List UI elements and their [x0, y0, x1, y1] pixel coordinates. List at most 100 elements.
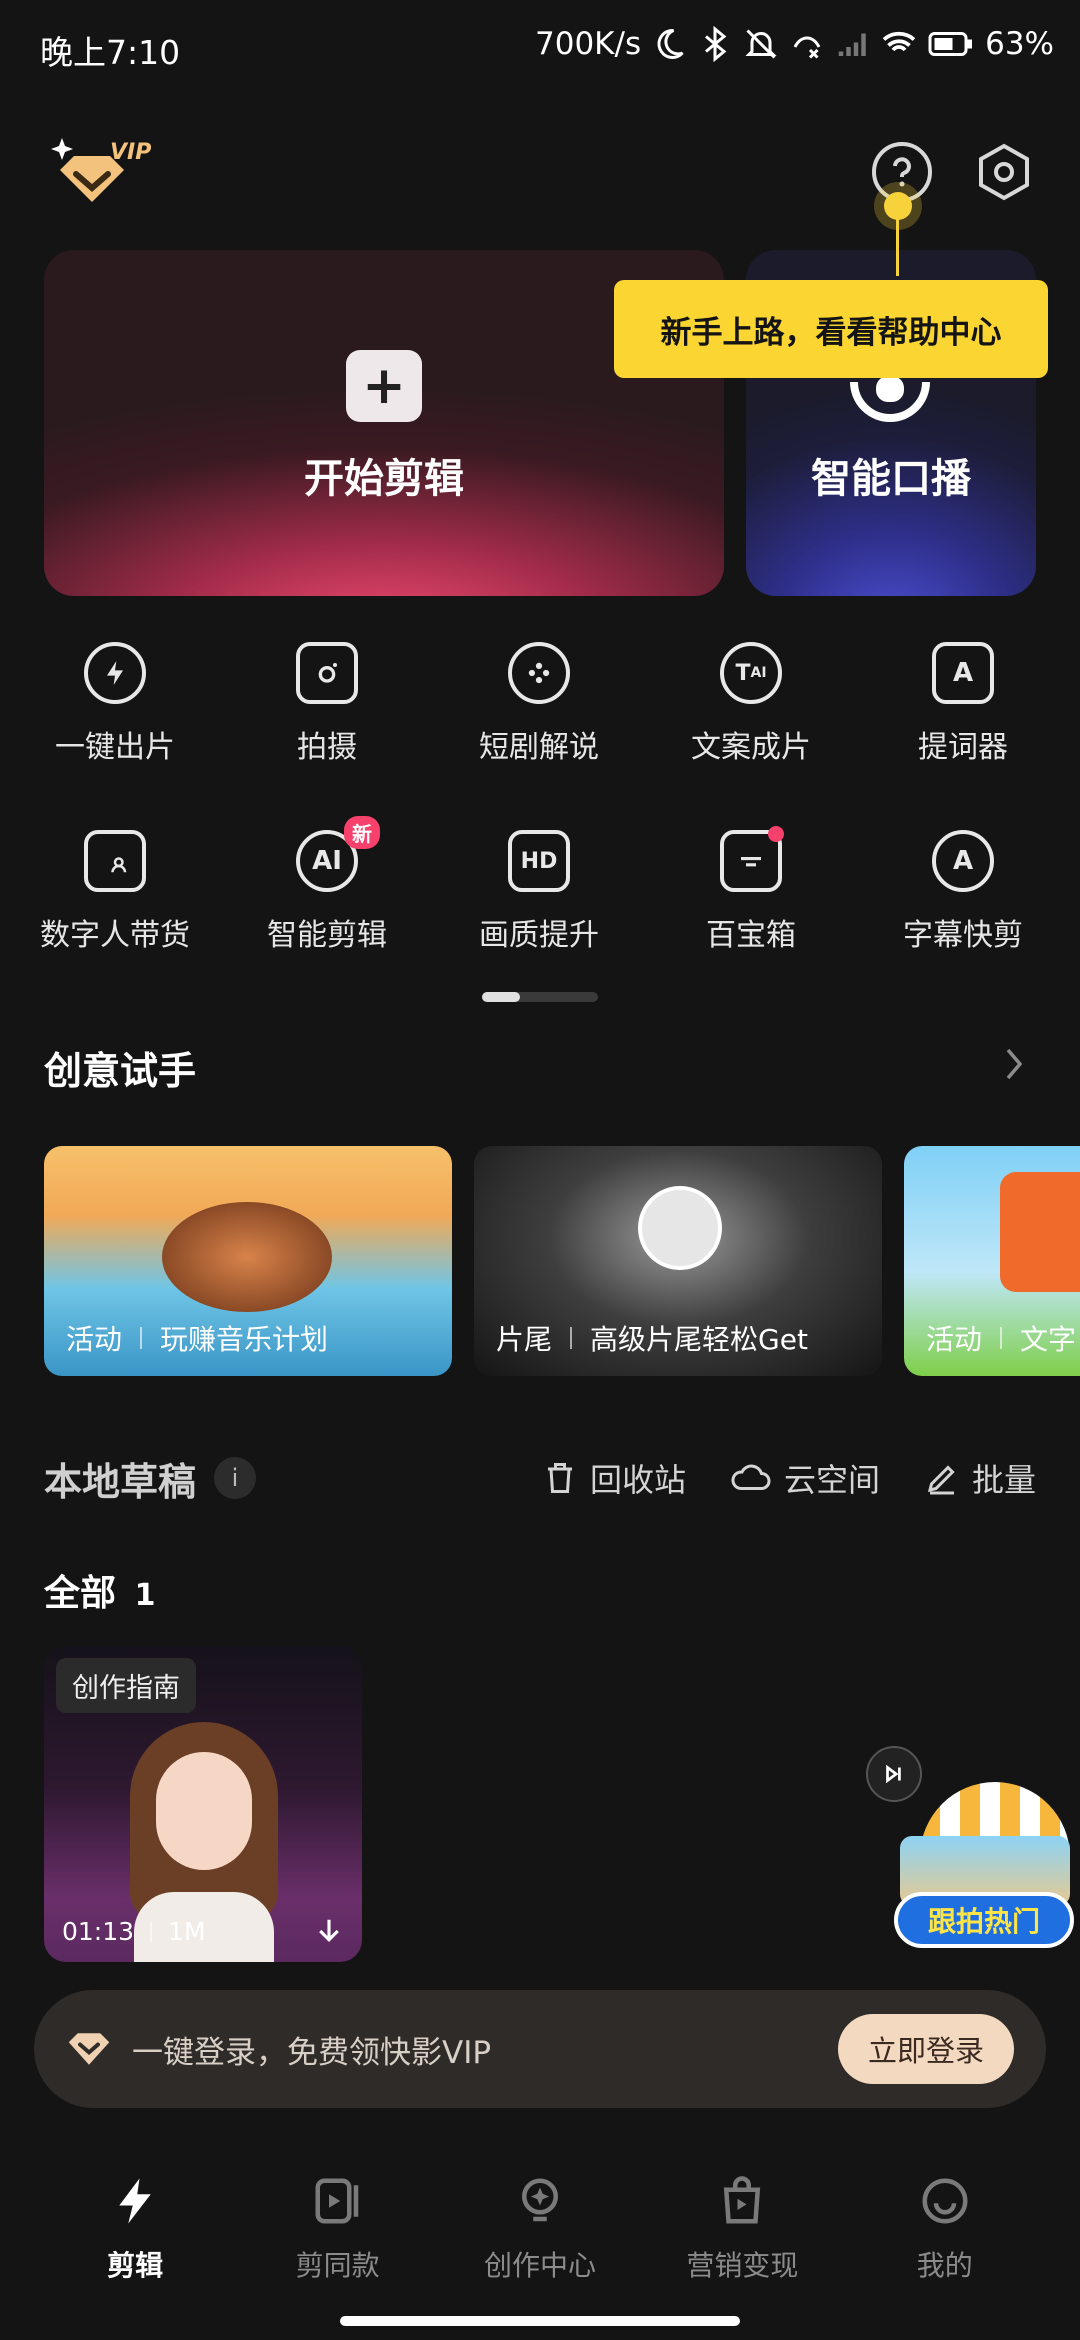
download-icon[interactable] — [314, 1916, 344, 1946]
draft-size: 1M — [168, 1917, 206, 1946]
tool-shoot[interactable]: 拍摄 — [232, 642, 422, 766]
nav-edit[interactable]: 剪辑 — [45, 2160, 225, 2340]
tool-label: 文案成片 — [691, 730, 811, 765]
bluetooth-icon — [705, 26, 727, 62]
draft-item[interactable]: 创作指南 01:13 1M — [44, 1646, 362, 1962]
recycle-bin-button[interactable]: 回收站 — [542, 1455, 686, 1501]
new-badge: 新 — [344, 816, 380, 849]
banner-illustration — [162, 1202, 332, 1312]
banner-ending[interactable]: 片尾 高级片尾轻松Get — [474, 1146, 882, 1376]
tool-drama-commentary[interactable]: 短剧解说 — [444, 642, 634, 766]
nav-templates[interactable]: 剪同款 — [248, 2160, 428, 2340]
text-ai-icon: T AI — [720, 642, 782, 704]
call-off-icon — [793, 36, 821, 59]
bolt-icon — [119, 2178, 151, 2224]
microphone-icon — [850, 376, 930, 422]
tool-toolbox[interactable]: 百宝箱 — [656, 826, 846, 954]
nav-label: 我的 — [916, 2249, 973, 2282]
digital-human-icon — [84, 830, 146, 892]
nav-label: 剪辑 — [107, 2249, 164, 2282]
nav-creator-center[interactable]: 创作中心 — [450, 2160, 630, 2340]
vip-diamond-icon — [68, 2033, 110, 2065]
wifi-icon — [882, 31, 916, 58]
follow-trending-promo[interactable]: 跟拍热门 — [890, 1776, 1080, 1956]
draft-meta: 01:13 1M — [62, 1917, 206, 1946]
banner-avatar — [638, 1186, 722, 1270]
draft-duration: 01:13 — [62, 1917, 135, 1946]
start-edit-label: 开始剪辑 — [304, 456, 464, 502]
info-icon[interactable]: i — [214, 1457, 257, 1499]
hexagon-settings-icon — [979, 143, 1029, 201]
net-speed: 700K/s — [535, 26, 642, 62]
banner-caption: 活动 玩赚音乐计划 — [66, 1323, 329, 1356]
toolbox-icon — [720, 826, 784, 892]
drafts-title: 本地草稿 — [44, 1459, 197, 1504]
vip-logo[interactable]: VIP — [46, 130, 156, 220]
bolt-icon — [84, 642, 146, 704]
promo-label: 跟拍热门 — [894, 1892, 1074, 1948]
shopping-bag-icon — [724, 2176, 761, 2224]
film-reel-icon — [508, 642, 570, 704]
chevron-right-icon[interactable] — [1002, 1046, 1026, 1082]
help-tooltip[interactable]: 新手上路，看看帮助中心 — [614, 280, 1048, 378]
drafts-filter[interactable]: 全部 1 — [44, 1564, 155, 1616]
teleprompter-icon: A — [932, 642, 994, 704]
cloud-icon — [731, 1464, 771, 1490]
tool-label: 智能剪辑 — [267, 918, 387, 953]
draft-guide-tag: 创作指南 — [56, 1658, 196, 1713]
batch-button[interactable]: 批量 — [924, 1455, 1036, 1501]
tool-label: 提词器 — [918, 730, 1008, 765]
tool-smart-edit[interactable]: AI 新 智能剪辑 — [232, 816, 422, 954]
nav-label: 剪同款 — [295, 2249, 380, 2282]
tooltip-dot — [884, 192, 912, 220]
notification-dot — [768, 826, 784, 842]
creative-section-title: 创意试手 — [44, 1049, 197, 1093]
cloud-space-button[interactable]: 云空间 — [730, 1455, 880, 1501]
pencil-icon — [927, 1465, 955, 1495]
drafts-header: 本地草稿 i 回收站 云空间 批量 — [44, 1448, 1036, 1508]
question-circle-icon — [893, 157, 911, 187]
status-bar: 晚上7:10 700K/s 63% — [0, 0, 1080, 100]
battery-level: 63% — [985, 26, 1054, 62]
draft-count: 1 — [134, 1578, 156, 1613]
tool-one-click[interactable]: 一键出片 — [20, 642, 210, 766]
tool-digital-human[interactable]: 数字人带货 — [20, 830, 210, 954]
filter-label: 全部 — [44, 1573, 117, 1614]
plus-icon: + — [346, 350, 422, 422]
login-banner[interactable]: 一键登录，免费领快影VIP 立即登录 — [34, 1990, 1046, 2108]
bulb-icon — [521, 2178, 558, 2222]
banner-music-plan[interactable]: 活动 玩赚音乐计划 — [44, 1146, 452, 1376]
tool-label: 一键出片 — [55, 730, 175, 765]
camera-icon — [296, 642, 358, 704]
battery-icon — [928, 32, 973, 56]
tool-label: 拍摄 — [297, 730, 357, 765]
trash-icon — [547, 1463, 572, 1493]
play-frame-icon — [315, 2178, 358, 2224]
tools-pager — [482, 992, 598, 1002]
vip-label: VIP — [110, 140, 152, 165]
tool-label: 字幕快剪 — [903, 918, 1023, 953]
tool-label: 数字人带货 — [40, 918, 190, 953]
banner-illustration — [1000, 1172, 1080, 1292]
nav-label: 营销变现 — [686, 2249, 799, 2282]
status-icons: 700K/s 63% — [535, 26, 1054, 62]
banner-caption: 片尾 高级片尾轻松Get — [496, 1323, 808, 1356]
tool-subtitle-edit[interactable]: A 字幕快剪 — [868, 830, 1058, 954]
hd-icon: HD — [508, 830, 570, 892]
subtitle-icon: A — [932, 830, 994, 892]
bottom-nav: 剪辑 剪同款 创作中心 营销变现 我的 — [0, 2160, 1080, 2340]
settings-button[interactable] — [972, 140, 1036, 204]
login-button[interactable]: 立即登录 — [837, 2014, 1014, 2084]
nav-label: 创作中心 — [483, 2249, 596, 2282]
bell-off-icon — [745, 29, 777, 59]
tool-teleprompter[interactable]: A 提词器 — [868, 642, 1058, 766]
tool-script-to-video[interactable]: T AI 文案成片 — [656, 642, 846, 766]
smile-icon — [922, 2178, 968, 2224]
nav-monetize[interactable]: 营销变现 — [652, 2160, 832, 2340]
nav-me[interactable]: 我的 — [855, 2160, 1035, 2340]
home-indicator[interactable] — [340, 2316, 740, 2326]
banner-activity[interactable]: 活动 文字 — [904, 1146, 1080, 1376]
tool-label: 百宝箱 — [706, 918, 796, 953]
ai-icon: AI 新 — [296, 816, 380, 892]
tool-quality-boost[interactable]: HD 画质提升 — [444, 830, 634, 954]
